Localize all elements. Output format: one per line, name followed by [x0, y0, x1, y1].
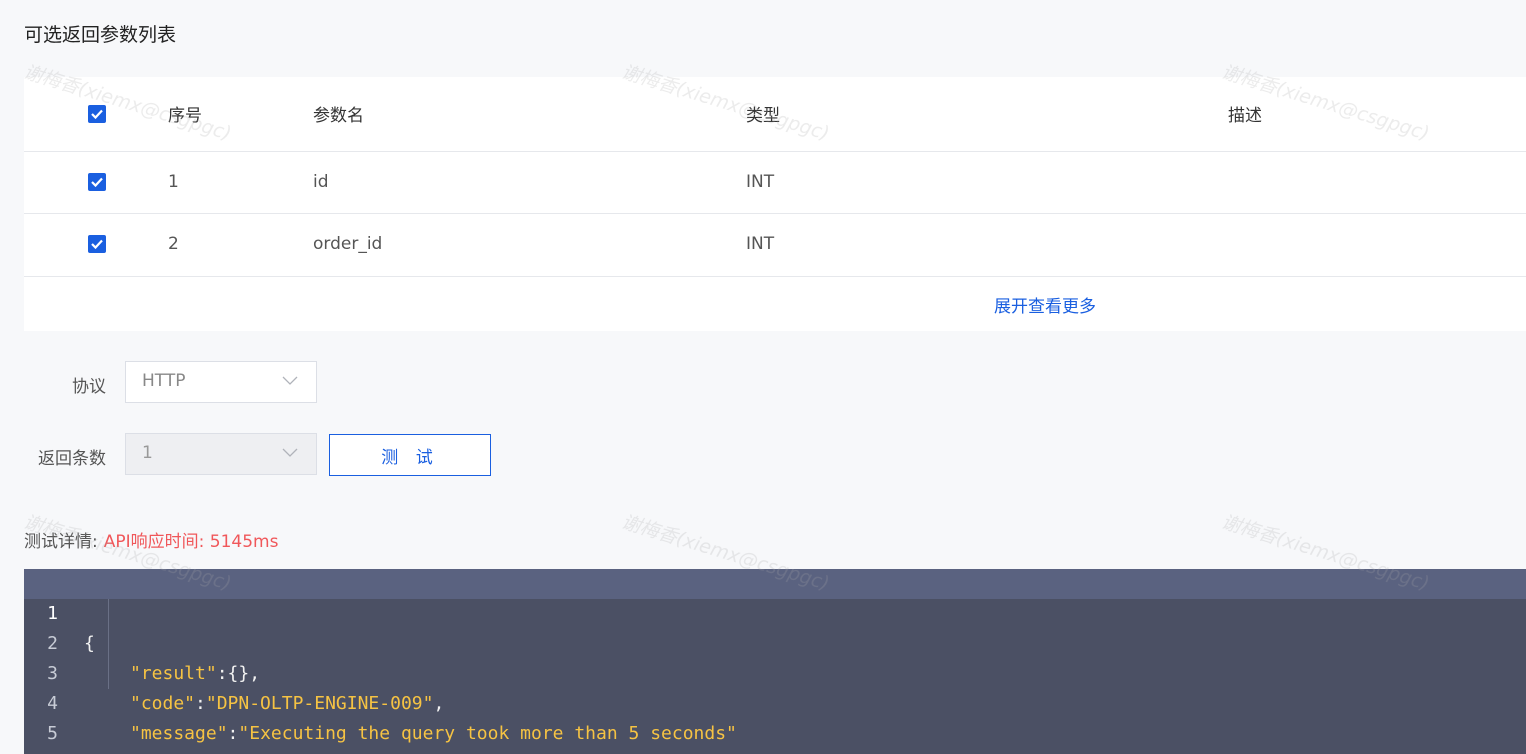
return-count-label: 返回条数	[38, 449, 106, 469]
row-no: 2	[168, 234, 179, 254]
code-line: 4 "message":"Executing the query took mo…	[24, 659, 1526, 744]
chevron-down-icon	[282, 448, 298, 457]
code-line: 1 {	[24, 569, 1526, 654]
table-row: 2 order_id INT	[24, 214, 1526, 277]
header-name: 参数名	[313, 106, 364, 126]
row-name: id	[313, 172, 329, 192]
code-text: "message":"Executing the query took more…	[130, 723, 737, 744]
check-icon	[91, 177, 103, 188]
test-detail: 测试详情: API响应时间: 5145ms	[24, 527, 278, 552]
header-type: 类型	[746, 106, 780, 126]
protocol-label: 协议	[72, 377, 106, 397]
protocol-value: HTTP	[142, 371, 186, 391]
code-editor[interactable]: 1 { 2 "result":{}, 3 "code":"DPN-OLTP-EN…	[24, 569, 1526, 754]
table-header: 序号 参数名 类型 描述	[24, 77, 1526, 152]
code-text: }	[84, 749, 95, 754]
row-checkbox[interactable]	[88, 235, 106, 253]
row-checkbox[interactable]	[88, 173, 106, 191]
json-key: "message"	[130, 723, 228, 744]
header-no: 序号	[168, 106, 202, 126]
row-type: INT	[746, 172, 775, 192]
response-time: API响应时间: 5145ms	[103, 532, 279, 552]
table-row: 1 id INT	[24, 152, 1526, 214]
row-name: order_id	[313, 234, 383, 254]
test-button[interactable]: 测 试	[329, 434, 491, 476]
json-value: "Executing the query took more than 5 se…	[238, 723, 737, 744]
check-icon	[91, 239, 103, 250]
expand-more-link[interactable]: 展开查看更多	[994, 292, 1096, 317]
line-number: 5	[47, 723, 58, 744]
check-icon	[91, 109, 103, 120]
code-line: 2 "result":{},	[24, 599, 1526, 684]
header-desc: 描述	[1228, 106, 1262, 126]
return-count-select[interactable]: 1	[125, 433, 317, 475]
code-line: 3 "code":"DPN-OLTP-ENGINE-009",	[24, 629, 1526, 714]
return-count-value: 1	[142, 443, 153, 463]
chevron-down-icon	[282, 376, 298, 385]
code-line: 5 }	[24, 689, 1526, 754]
test-detail-label: 测试详情:	[24, 532, 98, 552]
select-all-checkbox[interactable]	[88, 105, 106, 123]
row-no: 1	[168, 172, 179, 192]
row-type: INT	[746, 234, 775, 254]
param-table: 序号 参数名 类型 描述 1 id INT 2 order_id INT 展开查…	[24, 77, 1526, 331]
protocol-select[interactable]: HTTP	[125, 361, 317, 403]
section-title: 可选返回参数列表	[24, 24, 177, 46]
